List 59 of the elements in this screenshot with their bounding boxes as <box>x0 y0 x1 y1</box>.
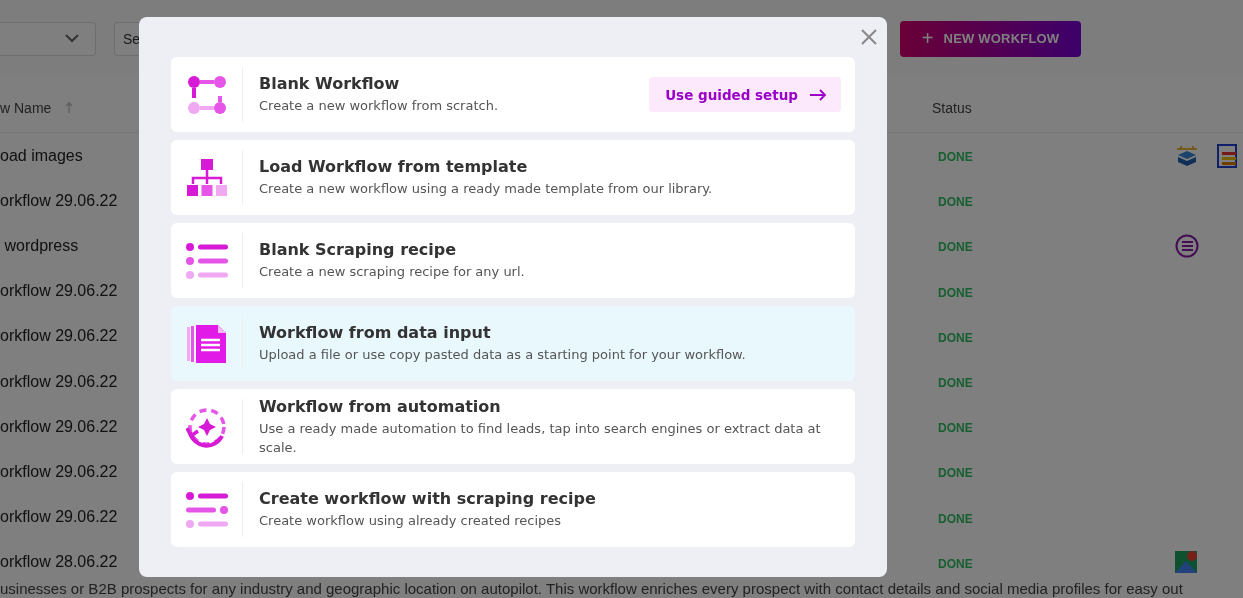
status-label: DONE <box>938 330 973 345</box>
filter-dropdown[interactable] <box>0 21 96 56</box>
option-description: Upload a file or use copy pasted data as a starting point for your workflow. <box>259 346 747 364</box>
workflow-name: orkflow 29.06.22 <box>0 462 118 481</box>
option-title: Workflow from automation <box>259 396 502 416</box>
option-title: Create workflow with scraping recipe <box>259 489 597 508</box>
workflow-name: orkflow 29.06.22 <box>0 508 118 527</box>
list-circle-icon <box>1175 233 1199 258</box>
status-label: DONE <box>938 376 973 391</box>
option-title: Workflow from data input <box>259 323 492 342</box>
status-label: DONE <box>938 556 973 571</box>
status-label: DONE <box>938 240 973 255</box>
column-header[interactable]: w Name <box>0 100 52 116</box>
status-label: DONE <box>938 195 973 210</box>
option-description: Create a new workflow from scratch. <box>259 97 500 115</box>
document-icon <box>1217 143 1237 168</box>
close-icon[interactable] <box>861 29 877 45</box>
sliders-icon <box>185 491 228 528</box>
hierarchy-icon <box>185 157 228 198</box>
sparkle-cycle-icon <box>185 405 228 448</box>
status-label: DONE <box>938 511 973 526</box>
option-card[interactable]: Load Workflow from template Create a new workflow using a ready made template from our library. <box>171 140 855 215</box>
list-icon <box>185 242 228 279</box>
status-label: DONE <box>938 150 973 165</box>
status-label: DONE <box>938 466 973 481</box>
workflow-name: orkflow 29.06.22 <box>0 282 118 301</box>
option-title: Load Workflow from template <box>259 157 529 176</box>
option-description: Create a new workflow using a ready made template from our library. <box>259 180 714 198</box>
map-icon <box>1175 551 1197 574</box>
option-description: Use a ready made automation to find leads, tap into search engines or extract data at scale. <box>259 419 822 457</box>
option-title: Blank Workflow <box>259 74 401 93</box>
status-label: DONE <box>938 421 973 436</box>
option-card[interactable]: Create workflow with scraping recipe Create workflow using already created recipes <box>171 472 855 547</box>
workflow-name: orkflow 29.06.22 <box>0 417 118 436</box>
option-title: Blank Scraping recipe <box>259 240 458 259</box>
workflow-name: orkflow 29.06.22 <box>0 327 118 346</box>
option-description: Create workflow using already created recipes <box>259 512 563 530</box>
search-field[interactable]: Se <box>114 21 140 56</box>
status-label: DONE <box>938 285 973 300</box>
document-stack-icon <box>185 322 228 365</box>
column-header[interactable]: Status <box>932 100 972 116</box>
box-icon <box>1175 144 1199 167</box>
workflow-name: oad images <box>0 146 83 165</box>
workflow-name: orkflow 29.06.22 <box>0 372 118 391</box>
workflow-name: orkflow 29.06.22 <box>0 191 118 210</box>
arrow-right-icon <box>810 88 827 101</box>
workflow-description: usinesses or B2B prospects for any industry and geographic location on autopilot. This workflow enriches every prospect with contact details and social media profiles for easy out <box>0 580 1183 597</box>
guided-setup-button[interactable]: Use guided setup <box>649 77 841 112</box>
workflow-name: orkflow 28.06.22 <box>0 553 118 572</box>
option-card[interactable]: Blank Workflow Create a new workflow from scratch. Use guided setup <box>171 57 855 132</box>
option-card[interactable]: Blank Scraping recipe Create a new scraping recipe for any url. <box>171 223 855 298</box>
option-description: Create a new scraping recipe for any url. <box>259 263 526 281</box>
workflow-name: wordpress <box>3 236 79 255</box>
sort-arrow-icon[interactable] <box>65 102 74 114</box>
option-card[interactable]: Workflow from automation Use a ready made automation to find leads, tap into search engines or extract data at scale. <box>171 389 855 464</box>
option-card[interactable]: Workflow from data input Upload a file or use copy pasted data as a starting point for your workflow. <box>171 306 855 381</box>
workflow-nodes-icon <box>185 73 228 116</box>
new-workflow-button[interactable]: + NEW WORKFLOW <box>900 20 1081 57</box>
chevron-down-icon <box>65 34 79 43</box>
